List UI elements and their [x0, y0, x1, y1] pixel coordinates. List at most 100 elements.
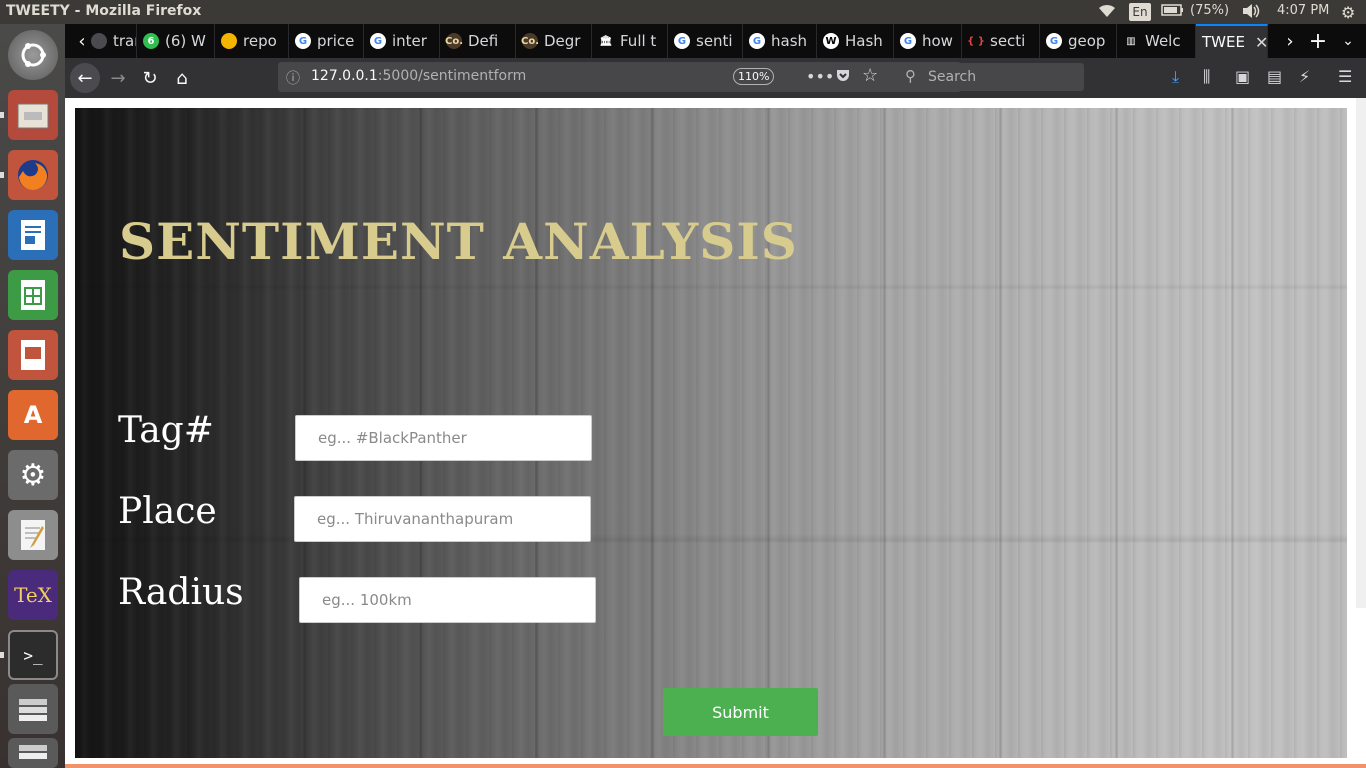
trash-icon[interactable]: [8, 738, 58, 768]
extension-icon[interactable]: ⚡: [1299, 67, 1310, 86]
place-input[interactable]: [294, 496, 591, 542]
library-icon[interactable]: ⫼: [1203, 67, 1210, 87]
running-indicator: [0, 172, 4, 178]
tab-label: repo: [243, 32, 277, 50]
page-scrollbar[interactable]: [1356, 98, 1366, 608]
tab-label: trans: [113, 32, 136, 50]
co-icon: Co.: [445, 33, 463, 49]
tab[interactable]: trans: [85, 24, 137, 58]
home-button[interactable]: ⌂: [167, 63, 197, 93]
tab-label: price: [317, 32, 355, 50]
tag-label: Tag#: [118, 410, 214, 451]
tab-label: (6) W: [165, 32, 206, 50]
form-panel: SENTIMENT ANALYSIS Tag# Place Radius Sub…: [75, 108, 1347, 758]
new-tab-button[interactable]: +: [1303, 26, 1333, 56]
text-editor-icon[interactable]: [8, 510, 58, 560]
firefox-icon[interactable]: [8, 150, 58, 200]
tab[interactable]: Co. Degr: [516, 24, 592, 58]
pocket-icon[interactable]: [835, 67, 851, 87]
tab[interactable]: 🏛 Full t: [592, 24, 668, 58]
google-icon: G: [749, 33, 765, 49]
bookmark-star-icon[interactable]: ☆: [862, 65, 878, 86]
radius-input[interactable]: [299, 577, 596, 623]
tab[interactable]: { } secti: [962, 24, 1040, 58]
back-button[interactable]: ←: [70, 63, 100, 93]
tab-label: Defi: [468, 32, 499, 50]
translate-icon: [91, 33, 107, 49]
url-text[interactable]: 127.0.0.1:5000/sentimentform: [311, 68, 526, 84]
impress-icon[interactable]: [8, 330, 58, 380]
tab-label: TWEE: [1202, 33, 1245, 51]
calc-icon[interactable]: [8, 270, 58, 320]
ubuntu-dash-icon[interactable]: [8, 30, 58, 80]
terminal-icon[interactable]: >_: [8, 630, 58, 680]
tab[interactable]: Gprice: [289, 24, 364, 58]
tab[interactable]: W Hash: [817, 24, 894, 58]
zoom-level-badge[interactable]: 110%: [733, 68, 775, 85]
tab-scroll-right-icon[interactable]: ›: [1275, 26, 1305, 56]
whatsapp-icon: 6: [143, 33, 159, 49]
settings-gear-icon[interactable]: ⚙: [1341, 3, 1355, 22]
workspaces-icon[interactable]: [8, 684, 58, 734]
sidebar-icon[interactable]: ▣: [1235, 67, 1250, 86]
top-panel: TWEETY - Mozilla Firefox En (75%) 4:07 P…: [0, 0, 1366, 24]
tab-label: Degr: [544, 32, 581, 50]
writer-icon[interactable]: [8, 210, 58, 260]
tab-label: how: [922, 32, 953, 50]
tab-close-icon[interactable]: ✕: [1255, 33, 1267, 52]
tab[interactable]: 6 (6) W: [137, 24, 215, 58]
tab[interactable]: ▥ Welc: [1117, 24, 1196, 58]
google-icon: G: [674, 33, 690, 49]
reader-extension-icon[interactable]: ▤: [1267, 67, 1282, 86]
tab-label: senti: [696, 32, 733, 50]
google-icon: G: [370, 33, 386, 49]
tab-label: geop: [1068, 32, 1106, 50]
list-all-tabs-icon[interactable]: ⌄: [1333, 26, 1363, 56]
submit-button[interactable]: Submit: [663, 688, 818, 736]
software-center-icon[interactable]: A: [8, 390, 58, 440]
window-title: TWEETY - Mozilla Firefox: [6, 3, 202, 19]
tag-input[interactable]: [295, 415, 592, 461]
page-title: SENTIMENT ANALYSIS: [119, 212, 798, 271]
tab[interactable]: repo: [215, 24, 289, 58]
menu-icon[interactable]: ☰: [1338, 67, 1352, 86]
tab[interactable]: Ghow: [894, 24, 962, 58]
tab-label: hash: [771, 32, 808, 50]
google-icon: G: [900, 33, 916, 49]
tab[interactable]: Co. Defi: [440, 24, 516, 58]
keyboard-layout-indicator[interactable]: En: [1129, 3, 1151, 21]
tab[interactable]: Ginter: [364, 24, 440, 58]
tab-label: Hash: [845, 32, 883, 50]
book-icon: ▥: [1123, 33, 1139, 49]
site-info-icon[interactable]: ⓘ: [286, 68, 300, 88]
downloads-icon[interactable]: ⤓: [1172, 67, 1179, 87]
page-viewport: SENTIMENT ANALYSIS Tag# Place Radius Sub…: [65, 98, 1366, 768]
tab-label: secti: [990, 32, 1026, 50]
wifi-icon[interactable]: [1097, 3, 1117, 21]
search-icon: ⚲: [905, 67, 916, 85]
running-indicator: [0, 652, 4, 658]
url-host: 127.0.0.1: [311, 68, 378, 84]
battery-icon[interactable]: [1161, 3, 1185, 21]
search-bar[interactable]: ⚲ Search: [897, 63, 1084, 91]
tab[interactable]: Gsenti: [668, 24, 743, 58]
volume-icon[interactable]: [1241, 3, 1261, 21]
tab-bar: ‹ trans6(6) WrepoGpriceGinterCo.DefiCo.D…: [65, 24, 1366, 58]
tab[interactable]: Ghash: [743, 24, 817, 58]
clock[interactable]: 4:07 PM: [1277, 3, 1329, 21]
google-icon: G: [295, 33, 311, 49]
page-bottom-border: [65, 764, 1366, 768]
bank-icon: 🏛: [598, 33, 614, 49]
reload-button[interactable]: ↻: [135, 63, 165, 93]
forward-button[interactable]: →: [103, 63, 133, 93]
tab[interactable]: Ggeop: [1040, 24, 1117, 58]
url-bar[interactable]: ⓘ 127.0.0.1:5000/sentimentform 110% ••• …: [278, 62, 961, 92]
search-placeholder: Search: [928, 69, 977, 85]
files-icon[interactable]: [8, 90, 58, 140]
wikipedia-icon: W: [823, 33, 839, 49]
google-icon: G: [1046, 33, 1062, 49]
page-actions-icon[interactable]: •••: [806, 67, 834, 86]
tab-active[interactable]: TWEE ✕: [1196, 24, 1268, 58]
system-settings-icon[interactable]: ⚙: [8, 450, 58, 500]
texmaker-icon[interactable]: TeX: [8, 570, 58, 620]
